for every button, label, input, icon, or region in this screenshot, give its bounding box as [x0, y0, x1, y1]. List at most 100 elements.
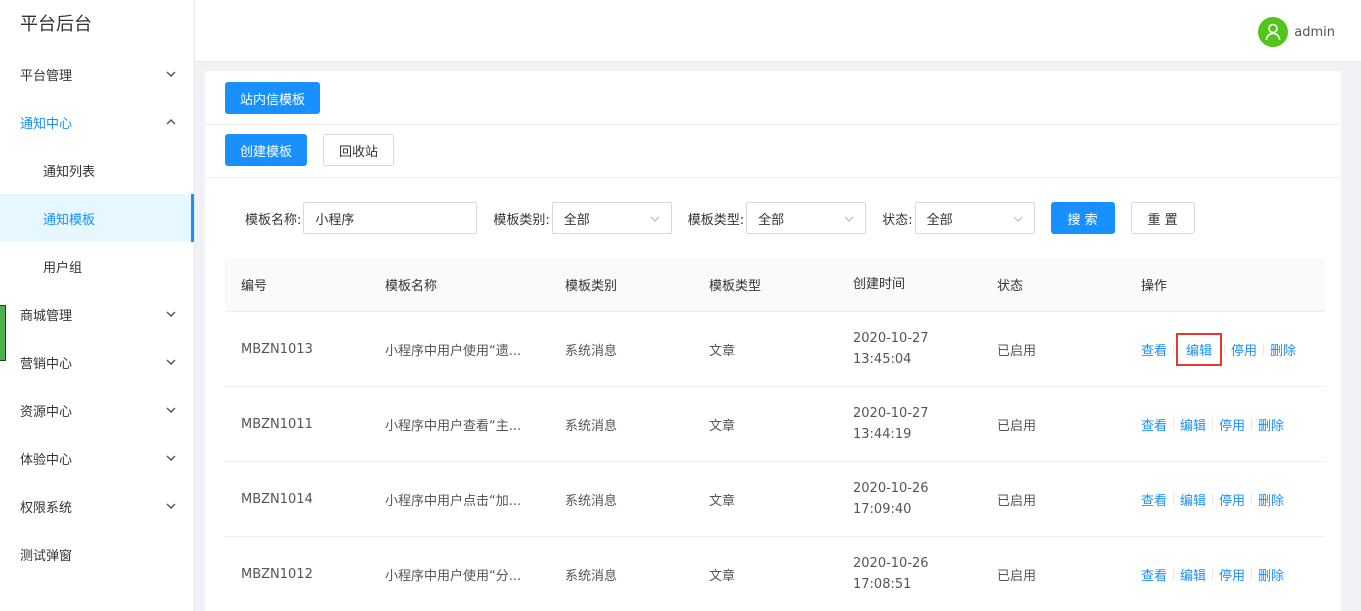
cell-time: 17:08:51	[853, 577, 912, 592]
sidebar-item-platform-management[interactable]: 平台管理	[0, 50, 194, 98]
cell-date: 2020-10-26	[853, 481, 929, 496]
cell-name: 小程序中用户使用“分...	[385, 568, 522, 584]
column-header-type: 模板类型	[709, 279, 762, 294]
chevron-down-icon	[166, 501, 176, 511]
search-button[interactable]: 搜 索	[1050, 202, 1115, 234]
view-link[interactable]: 查看	[1141, 563, 1173, 586]
sidebar-item-permission-system[interactable]: 权限系统	[0, 482, 194, 530]
view-link[interactable]: 查看	[1141, 413, 1173, 436]
create-template-button[interactable]: 创建模板	[225, 134, 308, 166]
chevron-down-icon	[166, 309, 176, 319]
sidebar-item-test-popup[interactable]: 测试弹窗	[0, 530, 194, 578]
cell-created: 2020-10-27 13:44:19	[837, 403, 981, 445]
cell-date: 2020-10-27	[853, 331, 929, 346]
tab-site-message-template[interactable]: 站内信模板	[225, 82, 321, 114]
view-link[interactable]: 查看	[1141, 488, 1173, 511]
cell-type: 文章	[709, 493, 736, 509]
app-title: 平台后台	[20, 14, 92, 35]
template-type-label: 模板类型:	[687, 212, 745, 228]
sidebar-item-notification-list[interactable]: 通知列表	[0, 146, 194, 194]
delete-link[interactable]: 删除	[1252, 413, 1290, 436]
sidebar-item-user-group[interactable]: 用户组	[0, 242, 194, 290]
top-header: admin	[195, 0, 1361, 62]
table-row: MBZN1011 小程序中用户查看“主... 系统消息 文章 2020-10-2…	[225, 387, 1325, 462]
cell-type: 文章	[709, 568, 736, 584]
divider	[1173, 343, 1175, 355]
tab-bar: 站内信模板	[205, 71, 1341, 125]
cell-category: 系统消息	[565, 343, 618, 359]
cell-actions: 查看 编辑 停用 删除	[1125, 332, 1325, 366]
disable-link[interactable]: 停用	[1225, 338, 1263, 361]
table-row: MBZN1012 小程序中用户使用“分... 系统消息 文章 2020-10-2…	[225, 537, 1325, 611]
chevron-down-icon	[166, 453, 176, 463]
column-header-status: 状态	[997, 279, 1024, 294]
edit-link[interactable]: 编辑	[1176, 332, 1223, 366]
username: admin	[1294, 24, 1335, 40]
cell-actions: 查看 编辑 停用 删除	[1125, 563, 1325, 586]
cell-status: 已启用	[997, 343, 1037, 359]
cell-id: MBZN1011	[241, 416, 313, 432]
edit-link[interactable]: 编辑	[1174, 488, 1212, 511]
sidebar-item-notification-center[interactable]: 通知中心	[0, 98, 194, 146]
cell-date: 2020-10-26	[853, 556, 929, 571]
select-value: 全部	[758, 212, 785, 228]
sidebar-item-label: 资源中心	[20, 404, 73, 420]
cell-status: 已启用	[997, 493, 1037, 509]
disable-link[interactable]: 停用	[1213, 488, 1251, 511]
cell-name: 小程序中用户点击“加...	[385, 493, 522, 509]
sidebar-item-resource-center[interactable]: 资源中心	[0, 386, 194, 434]
status-select[interactable]: 全部	[914, 202, 1035, 234]
sidebar-item-label: 通知模板	[43, 212, 96, 228]
cell-date: 2020-10-27	[853, 406, 929, 421]
column-header-id: 编号	[241, 279, 268, 294]
dropdown-arrow-icon	[844, 211, 854, 226]
sidebar: 平台后台 平台管理 通知中心 通知列表 通知模板 用户组 商城管理 营销中心 资…	[0, 0, 195, 611]
sidebar-item-label: 体验中心	[20, 452, 73, 468]
cell-id: MBZN1013	[241, 341, 313, 357]
disable-link[interactable]: 停用	[1213, 563, 1251, 586]
cell-actions: 查看 编辑 停用 删除	[1125, 488, 1325, 511]
template-name-input[interactable]	[303, 202, 478, 234]
delete-link[interactable]: 删除	[1264, 338, 1302, 361]
reset-button[interactable]: 重 置	[1130, 202, 1195, 234]
chevron-up-icon	[166, 117, 176, 127]
template-category-select[interactable]: 全部	[551, 202, 672, 234]
table-row: MBZN1014 小程序中用户点击“加... 系统消息 文章 2020-10-2…	[225, 462, 1325, 537]
chevron-down-icon	[166, 405, 176, 415]
dropdown-arrow-icon	[650, 211, 660, 226]
edit-link[interactable]: 编辑	[1174, 413, 1212, 436]
recycle-bin-button[interactable]: 回收站	[323, 134, 395, 166]
cell-type: 文章	[709, 418, 736, 434]
template-table: 编号 模板名称 模板类别 模板类型 创建时间 状态 操作 MBZN1013 小程…	[225, 258, 1325, 611]
column-header-created: 创建时间	[853, 277, 906, 292]
table-header: 编号 模板名称 模板类别 模板类型 创建时间 状态 操作	[225, 258, 1325, 312]
edge-marker	[0, 305, 6, 361]
chevron-down-icon	[166, 69, 176, 79]
template-name-label: 模板名称:	[245, 212, 302, 228]
view-link[interactable]: 查看	[1141, 338, 1173, 361]
sidebar-item-label: 营销中心	[20, 356, 73, 372]
cell-time: 17:09:40	[853, 502, 912, 517]
sidebar-item-label: 权限系统	[20, 500, 73, 516]
cell-status: 已启用	[997, 568, 1037, 584]
template-type-select[interactable]: 全部	[746, 202, 867, 234]
sidebar-item-experience-center[interactable]: 体验中心	[0, 434, 194, 482]
select-value: 全部	[926, 212, 953, 228]
template-category-label: 模板类别:	[493, 212, 550, 228]
sidebar-item-notification-template[interactable]: 通知模板	[0, 194, 194, 242]
sidebar-item-marketing-center[interactable]: 营销中心	[0, 338, 194, 386]
cell-id: MBZN1012	[241, 566, 313, 582]
delete-link[interactable]: 删除	[1252, 563, 1290, 586]
dropdown-arrow-icon	[1013, 211, 1023, 226]
sidebar-item-mall-management[interactable]: 商城管理	[0, 290, 194, 338]
cell-id: MBZN1014	[241, 491, 313, 507]
cell-created: 2020-10-26 17:09:40	[837, 478, 981, 520]
cell-created: 2020-10-26 17:08:51	[837, 553, 981, 595]
cell-actions: 查看 编辑 停用 删除	[1125, 413, 1325, 436]
delete-link[interactable]: 删除	[1252, 488, 1290, 511]
column-header-actions: 操作	[1141, 279, 1168, 294]
edit-link[interactable]: 编辑	[1174, 563, 1212, 586]
sidebar-item-label: 测试弹窗	[20, 548, 73, 564]
user-menu[interactable]: admin	[1258, 17, 1335, 47]
disable-link[interactable]: 停用	[1213, 413, 1251, 436]
